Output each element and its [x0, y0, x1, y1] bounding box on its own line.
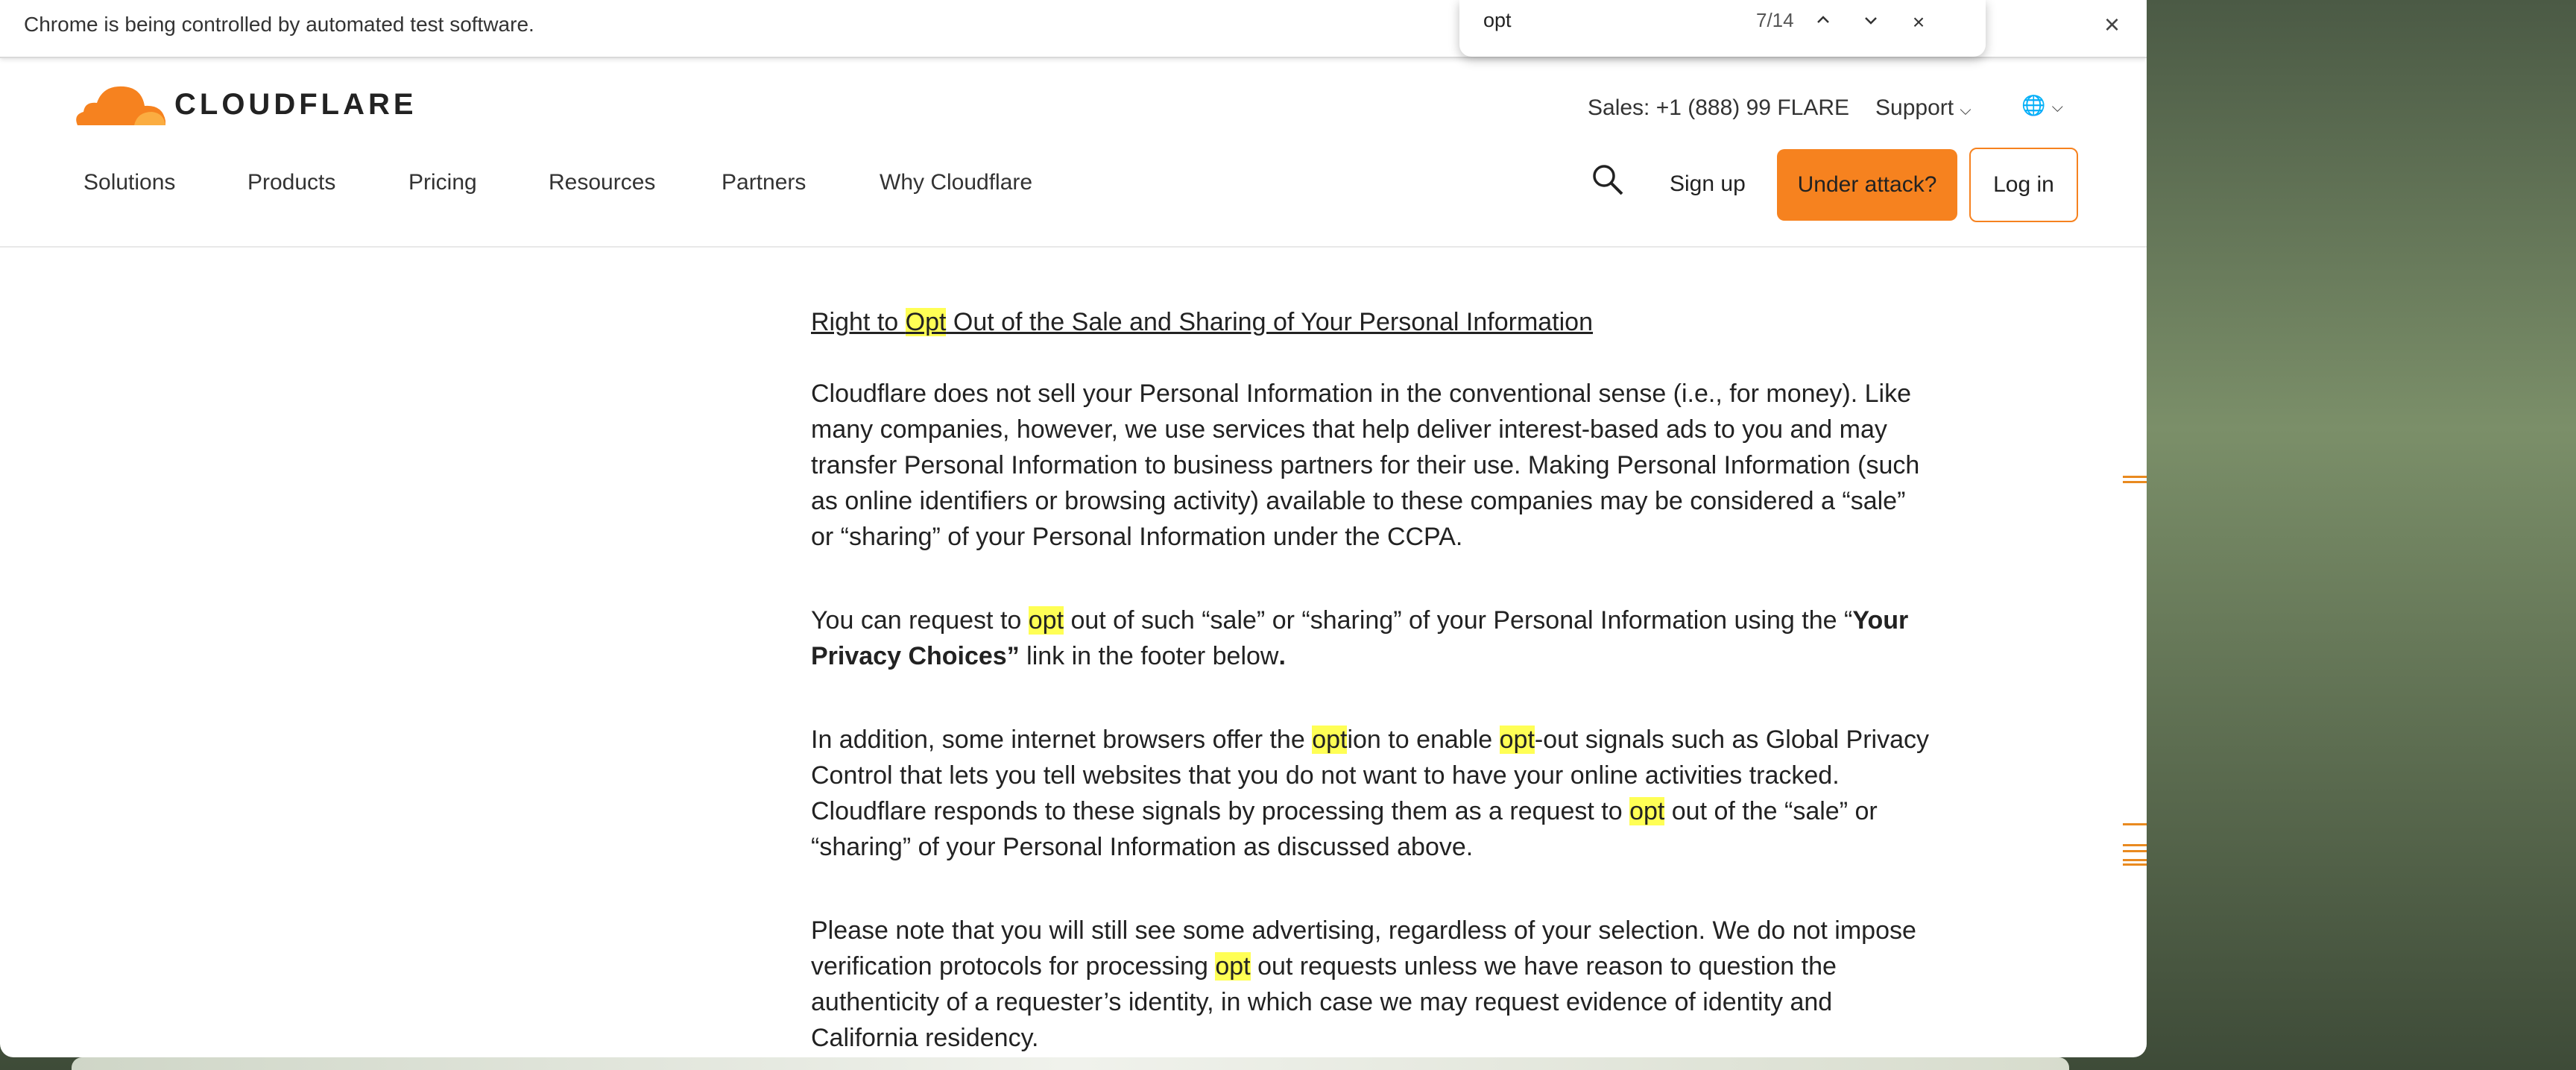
search-icon[interactable]	[1591, 163, 1625, 201]
logo-wordmark: CLOUDFLARE	[174, 88, 417, 121]
scrollbar-match-marker	[2123, 844, 2147, 846]
find-match-count: 7/14	[1756, 9, 1794, 31]
paragraph-sale-definition: Cloudflare does not sell your Personal I…	[811, 380, 1920, 551]
log-in-button[interactable]: Log in	[1969, 148, 2078, 222]
paragraph-request-opt-out: You can request to opt out of such “sale…	[811, 602, 1929, 674]
find-highlight: Opt	[905, 308, 947, 336]
find-highlight: opt	[1312, 726, 1348, 754]
nav-products[interactable]: Products	[247, 170, 335, 195]
infobar-message: Chrome is being controlled by automated …	[24, 13, 534, 36]
scrollbar-match-marker	[2123, 476, 2147, 478]
p3-text-a: In addition, some internet browsers offe…	[811, 726, 1313, 754]
cloud-logo-icon	[76, 86, 165, 125]
support-label: Support	[1875, 95, 1954, 120]
find-input[interactable]: opt	[1483, 9, 1512, 32]
browser-window: Chrome is being controlled by automated …	[0, 0, 2147, 1057]
infobar-close-icon[interactable]: ×	[2104, 9, 2120, 40]
p2-text-b: out of such “sale” or “sharing” of your …	[1064, 606, 1853, 635]
find-highlight: opt	[1629, 797, 1665, 825]
find-highlight: opt	[1215, 952, 1251, 981]
support-menu[interactable]: Support ⌵	[1875, 95, 1972, 121]
title-text-b: Out of the Sale and Sharing of Your Pers…	[946, 308, 1594, 336]
cloudflare-logo[interactable]: CLOUDFLARE	[70, 79, 414, 131]
p2-text-a: You can request to	[811, 606, 1029, 635]
scrollbar-match-marker	[2123, 850, 2147, 852]
find-highlight: opt	[1499, 726, 1535, 754]
p3-text-b: ion to enable	[1347, 726, 1500, 754]
scrollbar-match-marker	[2123, 863, 2147, 866]
find-bar: opt 7/14 ×	[1459, 0, 1986, 57]
find-next-icon[interactable]	[1853, 4, 1889, 40]
nav-partners[interactable]: Partners	[722, 170, 806, 195]
nav-resources[interactable]: Resources	[549, 170, 655, 195]
nav-solutions[interactable]: Solutions	[83, 170, 175, 195]
find-highlight: opt	[1028, 606, 1064, 635]
sign-up-link[interactable]: Sign up	[1670, 171, 1746, 197]
site-header: CLOUDFLARE Sales: +1 (888) 99 FLARE Supp…	[0, 57, 2147, 248]
dock-strip	[72, 1057, 2069, 1070]
scrollbar-match-marker	[2123, 859, 2147, 861]
p2-text-c: link in the footer below	[1019, 642, 1279, 670]
chevron-down-icon: ⌵	[1960, 102, 1972, 119]
paragraph-gpc-signals: In addition, some internet browsers offe…	[811, 722, 1929, 865]
scrollbar-match-marker	[2123, 481, 2147, 483]
paragraph-verification: Please note that you will still see some…	[811, 913, 1929, 1056]
nav-pricing[interactable]: Pricing	[408, 170, 477, 195]
title-text-a: Right to	[811, 308, 906, 336]
globe-icon: 🌐	[2021, 94, 2046, 116]
sales-phone-link[interactable]: Sales: +1 (888) 99 FLARE	[1588, 95, 1849, 121]
section-title-link: Right to Opt Out of the Sale and Sharing…	[811, 308, 1593, 336]
section-title: Right to Opt Out of the Sale and Sharing…	[811, 304, 1929, 340]
find-previous-icon[interactable]	[1805, 4, 1841, 40]
chevron-down-icon: ⌵	[2051, 99, 2063, 116]
language-menu[interactable]: 🌐 ⌵	[2021, 92, 2063, 118]
scrollbar-match-marker	[2123, 823, 2147, 825]
nav-why-cloudflare[interactable]: Why Cloudflare	[880, 170, 1032, 195]
find-close-icon[interactable]: ×	[1901, 4, 1936, 40]
under-attack-button[interactable]: Under attack?	[1777, 149, 1957, 221]
p2-period: .	[1278, 642, 1286, 670]
